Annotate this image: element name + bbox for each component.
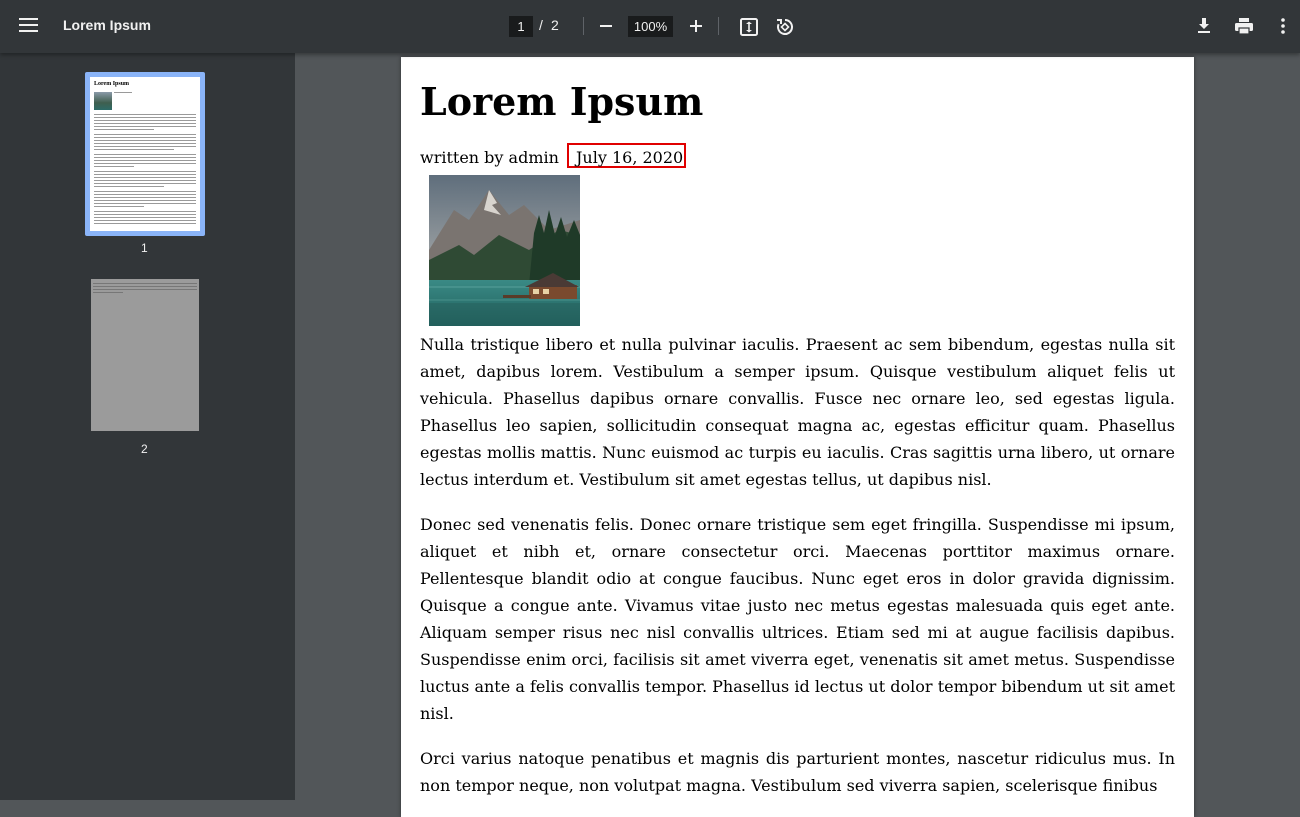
text-line <box>94 191 196 192</box>
zoom-out-icon[interactable] <box>597 17 615 35</box>
fit-page-icon[interactable] <box>738 16 759 37</box>
text-line <box>94 157 196 158</box>
body-paragraph: Nulla tristique libero et nulla pulvinar… <box>420 335 1175 489</box>
zoom-in-icon[interactable] <box>687 17 705 35</box>
text-line <box>114 92 132 93</box>
download-icon[interactable] <box>1195 16 1213 36</box>
text-line <box>94 123 196 124</box>
rotate-icon[interactable] <box>774 16 795 37</box>
text-line <box>94 146 196 147</box>
text-line <box>93 283 197 284</box>
page-number-input[interactable] <box>509 16 533 37</box>
text-line <box>94 180 196 181</box>
text-line <box>94 160 196 161</box>
post-date: July 16, 2020 <box>576 148 684 167</box>
text-line <box>94 140 196 141</box>
menu-icon[interactable] <box>19 18 38 34</box>
text-line <box>94 154 196 155</box>
text-line <box>94 163 196 164</box>
text-line <box>94 126 196 127</box>
thumbnail-image <box>94 92 112 110</box>
text-line <box>94 220 196 221</box>
text-line <box>93 292 123 293</box>
page-title: Lorem Ipsum <box>420 79 704 124</box>
more-vert-icon[interactable] <box>1276 16 1290 36</box>
text-line <box>94 137 196 138</box>
text-line <box>94 117 196 118</box>
text-line <box>94 177 196 178</box>
thumbnail-page: Lorem Ipsum <box>90 77 200 231</box>
text-line <box>94 206 144 207</box>
text-line <box>94 197 196 198</box>
toolbar-divider <box>583 17 584 35</box>
body-paragraph: Orci varius natoque penatibus et magnis … <box>420 749 1175 795</box>
zoom-level-input[interactable] <box>628 16 673 37</box>
text-line <box>94 166 134 167</box>
text-line <box>94 134 196 135</box>
text-line <box>94 114 196 115</box>
text-line <box>94 200 196 201</box>
toolbar-divider <box>718 17 719 35</box>
thumbnail-sidebar: Lorem Ipsum 1 2 <box>0 53 295 800</box>
total-pages: 2 <box>551 17 559 33</box>
page-thumbnail-2[interactable] <box>91 279 199 431</box>
thumbnail-title: Lorem Ipsum <box>94 81 130 87</box>
body-paragraph: Donec sed venenatis felis. Donec ornare … <box>420 515 1175 723</box>
text-line <box>94 149 174 150</box>
text-line <box>94 174 196 175</box>
text-line <box>94 217 196 218</box>
thumbnail-page-number: 2 <box>141 442 148 456</box>
text-line <box>94 171 196 172</box>
text-line <box>94 120 196 121</box>
author-byline: written by admin <box>420 148 559 167</box>
thumbnail-page-number: 1 <box>141 241 148 255</box>
text-line <box>94 183 196 184</box>
text-line <box>93 286 197 287</box>
text-line <box>94 214 196 215</box>
print-icon[interactable] <box>1233 16 1255 36</box>
lake-mountain-photo <box>429 175 580 326</box>
text-line <box>94 143 196 144</box>
text-line <box>94 223 196 224</box>
page-separator: / <box>539 17 543 33</box>
document-title: Lorem Ipsum <box>63 17 151 33</box>
text-line <box>93 289 197 290</box>
text-line <box>94 186 164 187</box>
text-line <box>94 211 196 212</box>
page-thumbnail-1[interactable]: Lorem Ipsum <box>85 72 205 236</box>
pdf-toolbar: Lorem Ipsum / 2 <box>0 0 1300 53</box>
document-page: Lorem Ipsum written by admin July 16, 20… <box>401 57 1194 817</box>
text-line <box>94 129 154 130</box>
text-line <box>94 194 196 195</box>
text-line <box>94 203 196 204</box>
